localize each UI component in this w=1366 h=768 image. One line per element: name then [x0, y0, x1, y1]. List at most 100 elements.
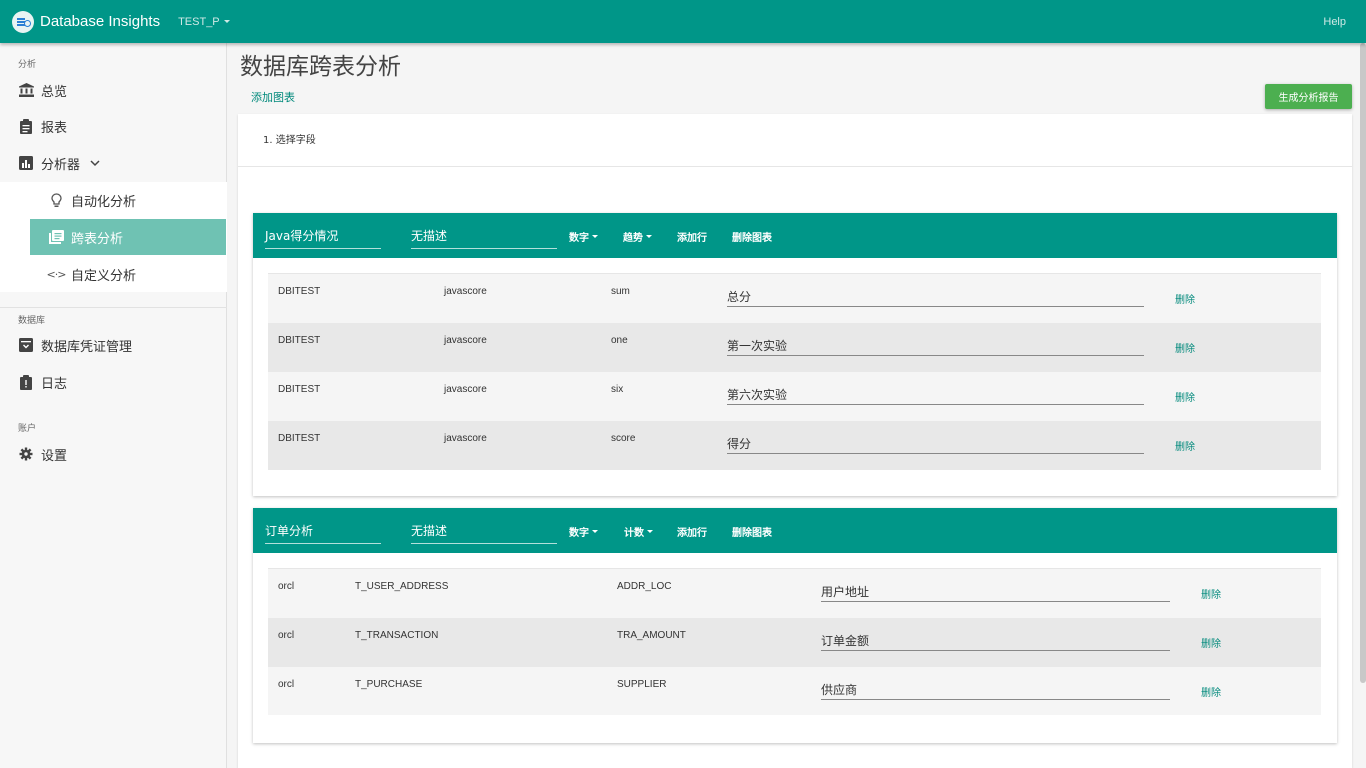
chart-card-java-scores: Java得分情况 无描述 数字 趋势 添加行 删除图表 DBITEST java… [253, 213, 1337, 496]
sidebar-item-reports[interactable]: 报表 [18, 116, 67, 136]
page-scrollbar[interactable] [1360, 43, 1366, 683]
library-books-icon [48, 229, 64, 245]
db-cell: DBITEST [278, 335, 321, 346]
chart-name-input[interactable]: 订单分析 [265, 519, 381, 544]
bar-chart-icon [18, 155, 34, 171]
add-chart-link[interactable]: 添加图表 [251, 89, 295, 105]
db-cell: DBITEST [278, 433, 321, 444]
dropdown-label: 数字 [569, 528, 589, 539]
alias-input[interactable]: 第六次实验 [727, 386, 1144, 405]
environment-label: TEST_P [178, 15, 220, 28]
app-logo-icon[interactable] [12, 10, 34, 33]
table-cell: T_PURCHASE [355, 679, 423, 690]
sidebar-item-settings[interactable]: 设置 [18, 444, 67, 464]
db-cell: orcl [278, 581, 295, 592]
chart-mode-dropdown[interactable]: 计数 [624, 524, 653, 539]
table-cell: T_USER_ADDRESS [355, 581, 449, 592]
sidebar-item-label: 自定义分析 [71, 268, 137, 284]
sidebar-item-auto-analysis[interactable]: 自动化分析 [48, 190, 136, 210]
db-cell: orcl [278, 630, 295, 641]
field-cell: SUPPLIER [617, 679, 667, 690]
sidebar-item-overview[interactable]: 总览 [18, 80, 67, 100]
db-cell: DBITEST [278, 384, 321, 395]
delete-chart-button[interactable]: 删除图表 [732, 229, 772, 244]
alert-clipboard-icon [18, 374, 34, 390]
field-cell: ADDR_LOC [617, 581, 672, 592]
table-cell: T_TRANSACTION [355, 630, 439, 641]
caret-down-icon [647, 530, 653, 533]
sidebar-item-analyzer[interactable]: 分析器 [18, 153, 100, 173]
clipboard-icon [18, 118, 34, 134]
delete-row-link[interactable]: 删除 [1201, 586, 1221, 601]
table-cell: javascore [444, 286, 487, 297]
delete-row-link[interactable]: 删除 [1201, 635, 1221, 650]
delete-row-link[interactable]: 删除 [1175, 340, 1195, 355]
table-row: DBITEST javascore one 第一次实验 删除 [268, 323, 1321, 372]
alias-input[interactable]: 订单金额 [821, 632, 1170, 651]
chevron-down-icon [90, 159, 100, 167]
alias-input[interactable]: 供应商 [821, 681, 1170, 700]
section-label-database: 数据库 [18, 316, 46, 326]
sidebar-item-label: 总览 [41, 84, 68, 100]
dropdown-label: 计数 [624, 528, 644, 539]
field-cell: six [611, 384, 624, 395]
delete-chart-button[interactable]: 删除图表 [732, 524, 772, 539]
delete-row-link[interactable]: 删除 [1175, 291, 1195, 306]
sidebar-item-label: 日志 [41, 376, 68, 392]
generate-report-button[interactable]: 生成分析报告 [1265, 84, 1352, 109]
help-link[interactable]: Help [1323, 16, 1346, 28]
chart-card-order-analysis: 订单分析 无描述 数字 计数 添加行 删除图表 orcl T_USER_ADDR… [253, 508, 1337, 743]
field-cell: TRA_AMOUNT [617, 630, 686, 641]
field-rows: orcl T_USER_ADDRESS ADDR_LOC 用户地址 删除 orc… [268, 568, 1321, 715]
dropdown-label: 数字 [569, 233, 589, 244]
field-cell: one [611, 335, 628, 346]
section-label-account: 账户 [18, 424, 37, 434]
chart-description-input[interactable]: 无描述 [411, 519, 557, 544]
sidebar: 分析 总览 报表 分析器 自动化分析 跨表分析 <·> 自定义分析 数据库 数据… [0, 43, 227, 768]
table-cell: javascore [444, 384, 487, 395]
sidebar-item-cross-table-analysis[interactable]: 跨表分析 [48, 227, 123, 247]
table-row: DBITEST javascore six 第六次实验 删除 [268, 372, 1321, 421]
alias-input[interactable]: 总分 [727, 288, 1144, 307]
sidebar-item-label: 报表 [41, 120, 68, 136]
step-label: 1. 选择字段 [263, 135, 316, 146]
chart-mode-dropdown[interactable]: 趋势 [623, 229, 652, 244]
table-cell: javascore [444, 433, 487, 444]
caret-down-icon [223, 20, 230, 23]
sidebar-item-label: 分析器 [41, 157, 81, 173]
sidebar-item-label: 自动化分析 [71, 194, 137, 210]
app-title[interactable]: Database Insights [40, 13, 160, 30]
alias-input[interactable]: 用户地址 [821, 583, 1170, 602]
sidebar-item-label: 设置 [41, 448, 68, 464]
table-row: orcl T_USER_ADDRESS ADDR_LOC 用户地址 删除 [268, 569, 1321, 618]
delete-row-link[interactable]: 删除 [1175, 389, 1195, 404]
chart-header: 订单分析 无描述 数字 计数 添加行 删除图表 [253, 508, 1337, 553]
add-row-button[interactable]: 添加行 [677, 524, 707, 539]
delete-row-link[interactable]: 删除 [1175, 438, 1195, 453]
step-divider [238, 166, 1352, 167]
code-brackets-icon: <·> [46, 267, 67, 281]
data-type-dropdown[interactable]: 数字 [569, 524, 598, 539]
alias-input[interactable]: 得分 [727, 435, 1144, 454]
db-cell: orcl [278, 679, 295, 690]
table-row: DBITEST javascore score 得分 删除 [268, 421, 1321, 470]
db-cell: DBITEST [278, 286, 321, 297]
environment-selector[interactable]: TEST_P [178, 16, 230, 28]
chart-name-input[interactable]: Java得分情况 [265, 224, 381, 249]
sidebar-item-credentials[interactable]: 数据库凭证管理 [18, 335, 132, 355]
add-row-button[interactable]: 添加行 [677, 229, 707, 244]
caret-down-icon [592, 530, 598, 533]
chart-header: Java得分情况 无描述 数字 趋势 添加行 删除图表 [253, 213, 1337, 258]
data-type-dropdown[interactable]: 数字 [569, 229, 598, 244]
sidebar-item-label: 跨表分析 [71, 231, 124, 247]
sidebar-item-logs[interactable]: 日志 [18, 372, 67, 392]
delete-row-link[interactable]: 删除 [1201, 684, 1221, 699]
chart-description-input[interactable]: 无描述 [411, 224, 557, 249]
field-rows: DBITEST javascore sum 总分 删除 DBITEST java… [268, 273, 1321, 470]
alias-input[interactable]: 第一次实验 [727, 337, 1144, 356]
gear-icon [18, 446, 34, 462]
sidebar-item-custom-analysis[interactable]: <·> 自定义分析 [46, 264, 137, 284]
section-label-analysis: 分析 [18, 60, 37, 70]
bank-icon [18, 82, 34, 98]
top-app-bar: Database Insights TEST_P Help [0, 0, 1366, 43]
